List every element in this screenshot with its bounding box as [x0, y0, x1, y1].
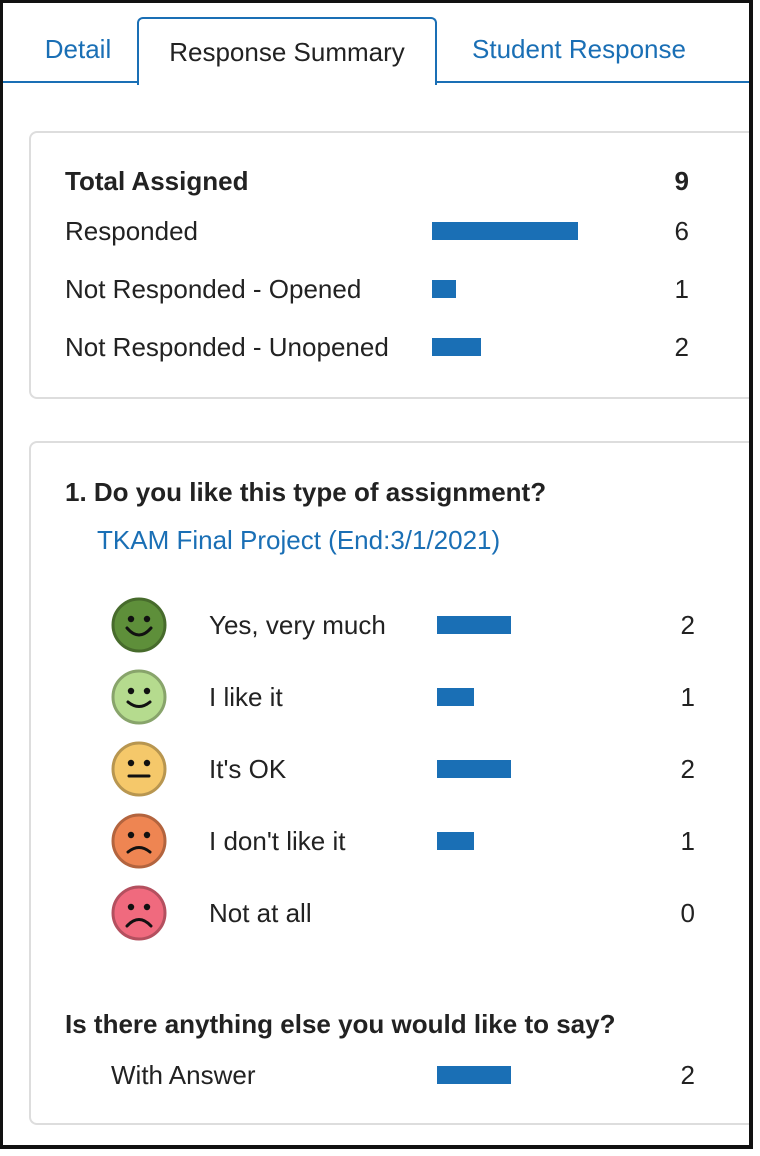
response-option-label: Yes, very much — [209, 609, 386, 640]
total-assigned-row: Total Assigned 9 — [31, 161, 749, 201]
response-option-label: I don't like it — [209, 825, 346, 856]
response-option-bar — [437, 760, 511, 778]
answer-row-label: With Answer — [111, 1059, 256, 1090]
summary-row: Responded 6 — [31, 211, 749, 251]
summary-row-count: 6 — [674, 215, 689, 246]
tab-bar: Detail Response Summary Student Response — [3, 3, 749, 85]
assignment-link[interactable]: TKAM Final Project (End:3/1/2021) — [97, 525, 500, 556]
response-option-row: Not at all 0 — [31, 885, 749, 941]
question-title: 1. Do you like this type of assignment? — [65, 477, 547, 507]
total-assigned-count: 9 — [674, 165, 689, 196]
response-option-bar — [437, 832, 474, 850]
summary-row-label: Responded — [65, 215, 198, 246]
response-option-count: 1 — [680, 825, 695, 856]
response-option-count: 2 — [680, 609, 695, 640]
response-option-label: It's OK — [209, 753, 287, 784]
sad-face-icon — [111, 813, 167, 869]
response-option-count: 1 — [680, 681, 695, 712]
very-sad-face-icon — [111, 885, 167, 941]
summary-row-label: Not Responded - Unopened — [65, 331, 389, 362]
neutral-face-icon — [111, 741, 167, 797]
answer-bar — [437, 1066, 511, 1084]
total-assigned-label: Total Assigned — [65, 165, 249, 196]
response-option-count: 0 — [680, 897, 695, 928]
answer-row: With Answer 2 — [31, 1055, 749, 1095]
summary-row: Not Responded - Unopened 2 — [31, 327, 749, 367]
response-option-row: I don't like it 1 — [31, 813, 749, 869]
question-2-title: Is there anything else you would like to… — [65, 1009, 616, 1039]
summary-row: Not Responded - Opened 1 — [31, 269, 749, 309]
response-option-row: Yes, very much 2 — [31, 597, 749, 653]
assignment-totals-card: Total Assigned 9 Responded 6 Not Respond… — [29, 131, 749, 399]
question-card: 1. Do you like this type of assignment? … — [29, 441, 749, 1125]
tab-student-response[interactable]: Student Response — [449, 17, 709, 81]
response-option-row: It's OK 2 — [31, 741, 749, 797]
response-bar — [432, 222, 578, 240]
response-option-row: I like it 1 — [31, 669, 749, 725]
summary-row-count: 2 — [674, 331, 689, 362]
summary-row-count: 1 — [674, 273, 689, 304]
response-option-bar — [437, 688, 474, 706]
happy-face-icon — [111, 669, 167, 725]
response-bar — [432, 280, 456, 298]
response-bar — [432, 338, 481, 356]
tab-detail[interactable]: Detail — [23, 17, 133, 81]
response-summary-panel: Detail Response Summary Student Response… — [0, 0, 753, 1149]
response-option-count: 2 — [680, 753, 695, 784]
tab-response-summary[interactable]: Response Summary — [137, 17, 437, 85]
response-option-label: I like it — [209, 681, 283, 712]
answer-row-count: 2 — [680, 1059, 695, 1090]
response-option-bar — [437, 616, 511, 634]
summary-row-label: Not Responded - Opened — [65, 273, 362, 304]
response-option-label: Not at all — [209, 897, 312, 928]
very-happy-face-icon — [111, 597, 167, 653]
